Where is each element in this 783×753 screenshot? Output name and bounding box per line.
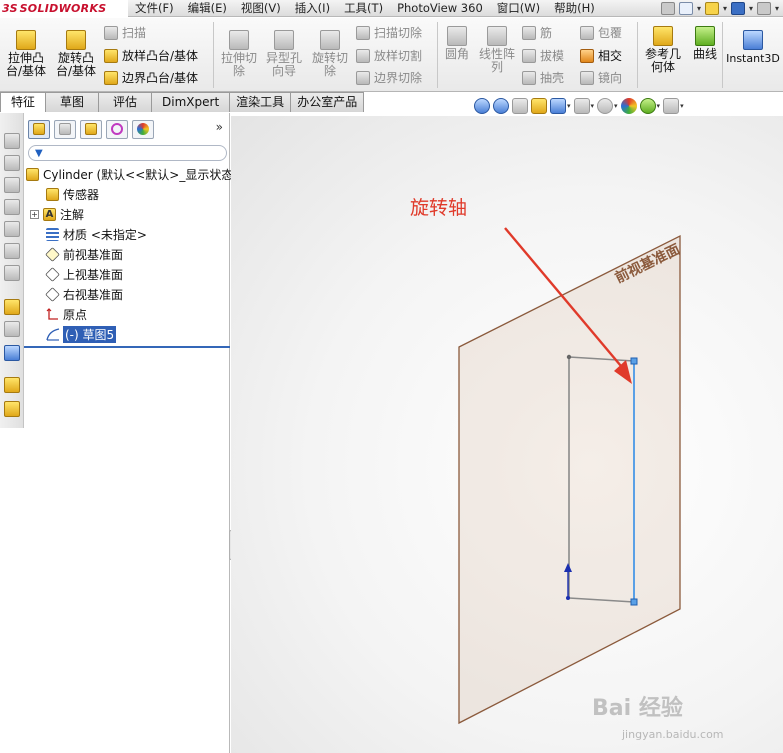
sketch-endpoint[interactable] bbox=[630, 598, 638, 606]
watermark-url: jingyan.baidu.com bbox=[622, 728, 724, 741]
origin-point bbox=[566, 596, 570, 600]
axis-annotation-label: 旋转轴 bbox=[410, 197, 468, 219]
sketch-endpoint[interactable] bbox=[630, 357, 638, 365]
watermark-brand: Bai 经验 bbox=[592, 696, 683, 721]
viewport-graphics: 前视基准面 bbox=[458, 227, 683, 725]
sketch-point[interactable] bbox=[566, 354, 572, 360]
